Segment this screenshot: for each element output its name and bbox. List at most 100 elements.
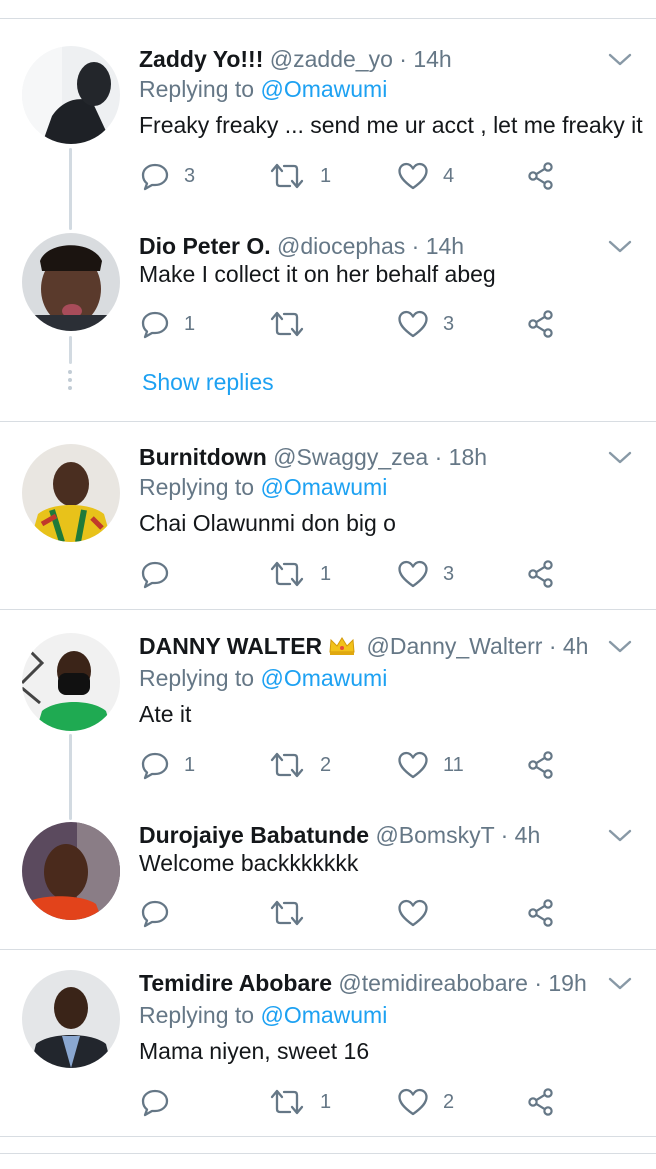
reply-button[interactable]: 1: [140, 307, 195, 341]
user-handle[interactable]: @Danny_Walterr: [367, 633, 543, 659]
like-button[interactable]: [397, 896, 443, 930]
like-count: 11: [443, 753, 464, 776]
replying-to: Replying to @Omawumi: [139, 1000, 387, 1030]
tweet[interactable]: Temidire Abobare @temidireabobare · 19h …: [0, 970, 656, 1120]
reply-icon: [141, 752, 169, 780]
reply-button[interactable]: [140, 896, 184, 930]
like-button[interactable]: 2: [397, 1085, 454, 1119]
display-name[interactable]: Zaddy Yo!!!: [139, 46, 263, 72]
mention-link[interactable]: @Omawumi: [260, 1002, 387, 1028]
timestamp[interactable]: 4h: [515, 822, 541, 848]
tweet[interactable]: Burnitdown @Swaggy_zea · 18h Replying to…: [0, 444, 656, 594]
retweet-button[interactable]: 1: [268, 159, 331, 193]
separator-dot: ·: [534, 970, 542, 996]
share-icon: [528, 560, 553, 588]
timestamp[interactable]: 18h: [449, 444, 487, 470]
tweet-actions: 3 1 4: [0, 159, 656, 193]
retweet-icon: [270, 1089, 304, 1115]
share-button[interactable]: [526, 557, 556, 591]
tweet[interactable]: Zaddy Yo!!! @zadde_yo · 14h Replying to …: [0, 46, 656, 196]
reply-button[interactable]: [140, 557, 184, 591]
chevron-down-icon[interactable]: [607, 974, 633, 992]
share-button[interactable]: [526, 1085, 556, 1119]
divider: [0, 421, 656, 422]
share-button[interactable]: [526, 896, 556, 930]
heart-icon: [398, 310, 428, 338]
tweet-actions: 1 3: [0, 307, 656, 341]
timestamp[interactable]: 19h: [548, 970, 586, 996]
show-replies-link[interactable]: Show replies: [142, 367, 274, 397]
share-button[interactable]: [526, 307, 556, 341]
timestamp[interactable]: 14h: [426, 233, 464, 259]
share-button[interactable]: [526, 748, 556, 782]
user-handle[interactable]: @diocephas: [277, 233, 405, 259]
tweet-text: Make I collect it on her behalf abeg: [139, 261, 496, 287]
retweet-button[interactable]: 1: [268, 1085, 331, 1119]
retweet-button[interactable]: [268, 307, 320, 341]
like-button[interactable]: 3: [397, 557, 454, 591]
heart-icon: [398, 1088, 428, 1116]
chevron-down-icon[interactable]: [607, 237, 633, 255]
user-handle[interactable]: @Swaggy_zea: [273, 444, 428, 470]
user-handle[interactable]: @temidireabobare: [338, 970, 528, 996]
retweet-button[interactable]: [268, 896, 320, 930]
retweet-count: 1: [320, 562, 332, 585]
display-name[interactable]: DANNY WALTER: [139, 633, 322, 659]
chevron-down-icon[interactable]: [607, 448, 633, 466]
share-icon: [528, 899, 553, 927]
like-count: 4: [443, 164, 455, 187]
share-icon: [528, 751, 553, 779]
replying-to: Replying to @Omawumi: [139, 472, 387, 502]
user-handle[interactable]: @BomskyT: [375, 822, 494, 848]
tweet[interactable]: Dio Peter O. @diocephas · 14h Make I col…: [0, 233, 656, 383]
share-button[interactable]: [526, 159, 556, 193]
chevron-down-icon[interactable]: [607, 50, 633, 68]
reply-count: 1: [184, 753, 196, 776]
divider: [0, 609, 656, 610]
user-handle[interactable]: @zadde_yo: [270, 46, 393, 72]
chevron-down-icon[interactable]: [607, 637, 633, 655]
share-icon: [528, 1088, 553, 1116]
divider: [0, 1153, 656, 1154]
display-name[interactable]: Durojaiye Babatunde: [139, 822, 369, 848]
reply-button[interactable]: 3: [140, 159, 195, 193]
like-button[interactable]: 3: [397, 307, 454, 341]
heart-icon: [398, 560, 428, 588]
mention-link[interactable]: @Omawumi: [260, 474, 387, 500]
reply-icon: [141, 1089, 169, 1117]
tweet[interactable]: Durojaiye Babatunde @BomskyT · 4h Welcom…: [0, 822, 656, 972]
separator-dot: ·: [500, 822, 509, 848]
top-divider: [0, 18, 656, 19]
timestamp[interactable]: 14h: [413, 46, 451, 72]
avatar[interactable]: [22, 970, 120, 1068]
crown-icon: [329, 637, 355, 655]
tweet-header: Temidire Abobare @temidireabobare · 19h: [139, 968, 587, 998]
avatar[interactable]: [22, 444, 120, 542]
like-count: 3: [443, 312, 455, 335]
chevron-down-icon[interactable]: [607, 826, 633, 844]
reply-count: 3: [184, 164, 196, 187]
mention-link[interactable]: @Omawumi: [260, 76, 387, 102]
avatar[interactable]: [22, 633, 120, 731]
like-count: 2: [443, 1090, 455, 1113]
retweet-button[interactable]: 2: [268, 748, 331, 782]
reply-button[interactable]: 1: [140, 748, 195, 782]
retweet-icon: [270, 900, 304, 926]
avatar[interactable]: [22, 46, 120, 144]
display-name[interactable]: Dio Peter O.: [139, 233, 271, 259]
display-name[interactable]: Temidire Abobare: [139, 970, 332, 996]
retweet-count: 1: [320, 164, 332, 187]
reply-icon: [141, 163, 169, 191]
replying-to: Replying to @Omawumi: [139, 663, 387, 693]
timestamp[interactable]: 4h: [563, 633, 589, 659]
retweet-button[interactable]: 1: [268, 557, 331, 591]
tweet[interactable]: DANNY WALTER @Danny_Walterr · 4h Replyin…: [0, 633, 656, 783]
like-count: 3: [443, 562, 455, 585]
display-name[interactable]: Burnitdown: [139, 444, 267, 470]
like-button[interactable]: 11: [397, 748, 464, 782]
retweet-icon: [270, 311, 304, 337]
reply-button[interactable]: [140, 1085, 184, 1119]
mention-link[interactable]: @Omawumi: [260, 665, 387, 691]
like-button[interactable]: 4: [397, 159, 454, 193]
retweet-icon: [270, 561, 304, 587]
